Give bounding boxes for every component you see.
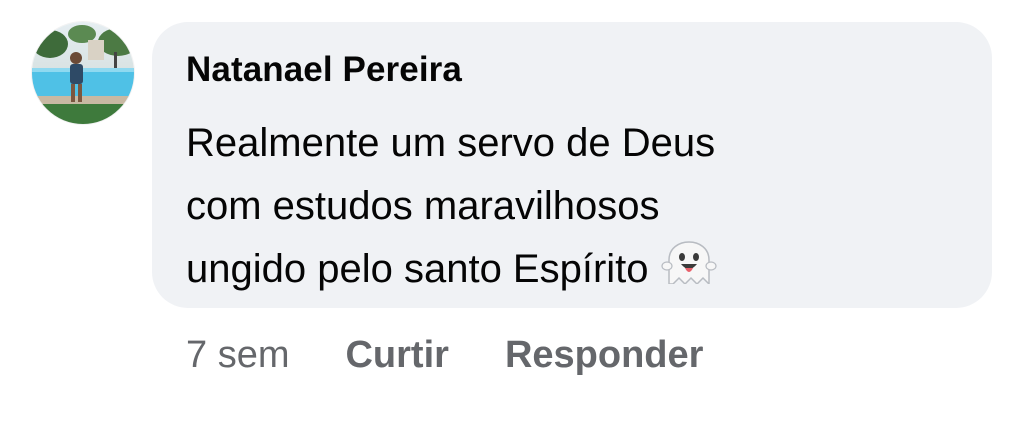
comment-text-line: Realmente um servo de Deus: [186, 121, 716, 165]
comment-bubble: Natanael Pereira Realmente um servo de D…: [152, 22, 992, 308]
comment-text-line: com estudos maravilhosos: [186, 184, 660, 228]
avatar[interactable]: [32, 22, 134, 124]
timestamp[interactable]: 7 sem: [186, 334, 289, 377]
profile-photo: [32, 22, 134, 124]
comment: Natanael Pereira Realmente um servo de D…: [0, 0, 1024, 426]
ghost-emoji-icon: [660, 241, 717, 284]
author-name[interactable]: Natanael Pereira: [186, 50, 462, 90]
comment-text-line-content: ungido pelo santo Espírito: [186, 247, 649, 291]
reply-button[interactable]: Responder: [505, 334, 703, 377]
like-button[interactable]: Curtir: [345, 334, 448, 377]
comment-actions: 7 sem Curtir Responder: [186, 330, 759, 380]
comment-text-line: ungido pelo santo Espírito: [186, 238, 946, 301]
comment-text: Realmente um servo de Deus com estudos m…: [186, 112, 946, 301]
